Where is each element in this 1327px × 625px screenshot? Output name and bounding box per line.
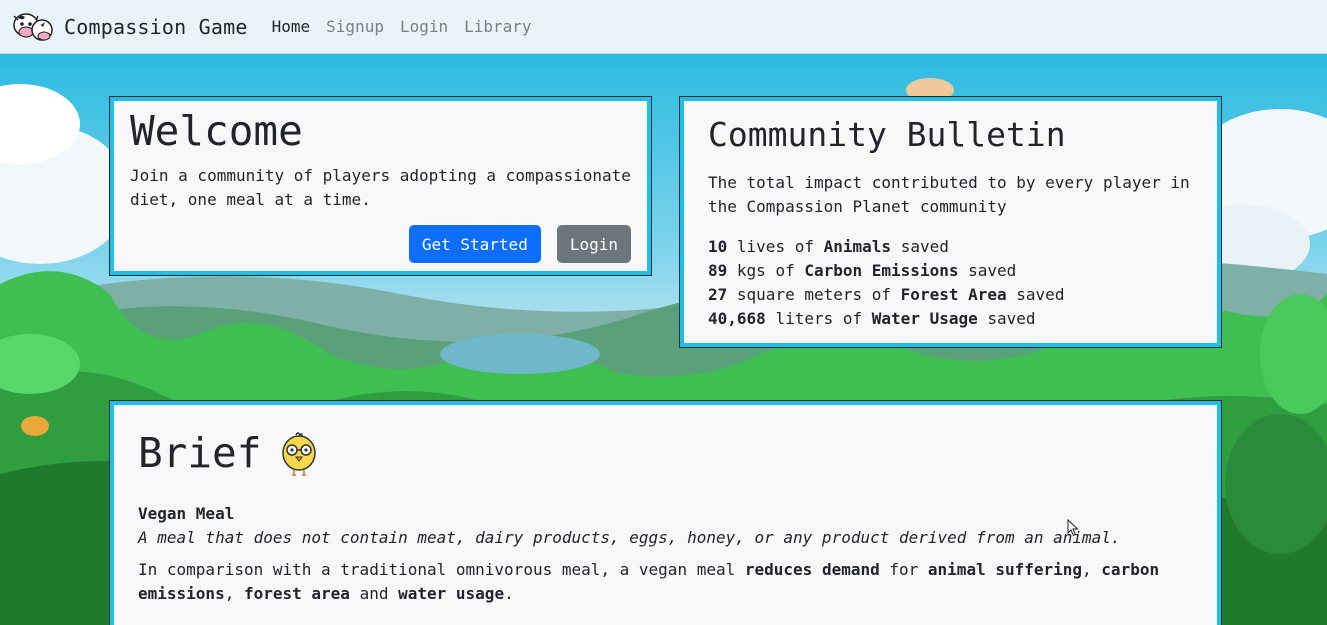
stat-value: 89 (708, 260, 728, 280)
brief-comparison: In comparison with a traditional omnivor… (138, 558, 1193, 606)
stat-suffix: saved (900, 236, 949, 256)
stat-unit: kgs of (736, 260, 795, 280)
stat-category: Animals (823, 236, 892, 256)
nav-home[interactable]: Home (272, 17, 311, 36)
comparison-text: In comparison with a traditional omnivor… (138, 560, 745, 580)
bulletin-title: Community Bulletin (708, 115, 1066, 154)
welcome-title: Welcome (130, 107, 303, 155)
brief-header: Brief (138, 429, 1193, 478)
cow-logo-icon (13, 12, 53, 41)
stat-suffix: saved (968, 260, 1017, 280)
chick-with-glasses-icon (282, 431, 317, 476)
brand-name: Compassion Game (64, 14, 248, 39)
get-started-button[interactable]: Get Started (408, 225, 541, 263)
mouse-cursor-icon (1067, 519, 1079, 537)
brief-definition: A meal that does not contain meat, dairy… (138, 528, 1121, 548)
stat-carbon: 89 kgs of Carbon Emissions saved (708, 259, 1193, 283)
stat-unit: square meters of (736, 284, 892, 304)
stat-value: 40,668 (708, 308, 766, 328)
comparison-highlight: reduces demand (744, 560, 880, 580)
welcome-card: Welcome Join a community of players adop… (109, 96, 652, 276)
brief-card: Brief Vegan Meal A meal that does not co… (109, 400, 1222, 625)
community-bulletin-card: Community Bulletin The total impact cont… (679, 96, 1222, 348)
stat-suffix: saved (987, 308, 1036, 328)
comparison-text: . (504, 584, 514, 604)
stat-category: Water Usage (871, 308, 978, 328)
stat-unit: lives of (736, 236, 814, 256)
comparison-text: , (1082, 560, 1102, 580)
comparison-highlight: animal suffering (927, 560, 1083, 580)
stat-category: Carbon Emissions (804, 260, 959, 280)
comparison-highlight: forest area (243, 584, 350, 604)
comparison-highlight: water usage (398, 584, 505, 604)
stat-value: 10 (708, 236, 728, 256)
brand[interactable]: Compassion Game (12, 12, 248, 42)
navbar: Compassion Game Home Signup Login Librar… (0, 0, 1327, 54)
stat-value: 27 (708, 284, 728, 304)
stat-category: Forest Area (900, 284, 1007, 304)
comparison-text: for (879, 560, 928, 580)
nav-library[interactable]: Library (464, 17, 531, 36)
stat-water: 40,668 liters of Water Usage saved (708, 307, 1193, 331)
bulletin-intro: The total impact contributed to by every… (708, 172, 1190, 216)
comparison-text: , (224, 584, 244, 604)
brief-title: Brief (138, 429, 262, 477)
stat-unit: liters of (775, 308, 863, 328)
brief-term: Vegan Meal (138, 504, 235, 524)
welcome-text: Join a community of players adopting a c… (130, 166, 631, 210)
login-button[interactable]: Login (556, 225, 631, 263)
welcome-actions: Get Started Login (408, 225, 631, 263)
comparison-text: and (349, 584, 399, 604)
nav-signup[interactable]: Signup (326, 17, 384, 36)
stat-animals: 10 lives of Animals saved (708, 235, 1193, 259)
nav-links: Home Signup Login Library (272, 17, 532, 36)
nav-login[interactable]: Login (400, 17, 448, 36)
stat-forest: 27 square meters of Forest Area saved (708, 283, 1193, 307)
stat-suffix: saved (1016, 284, 1065, 304)
